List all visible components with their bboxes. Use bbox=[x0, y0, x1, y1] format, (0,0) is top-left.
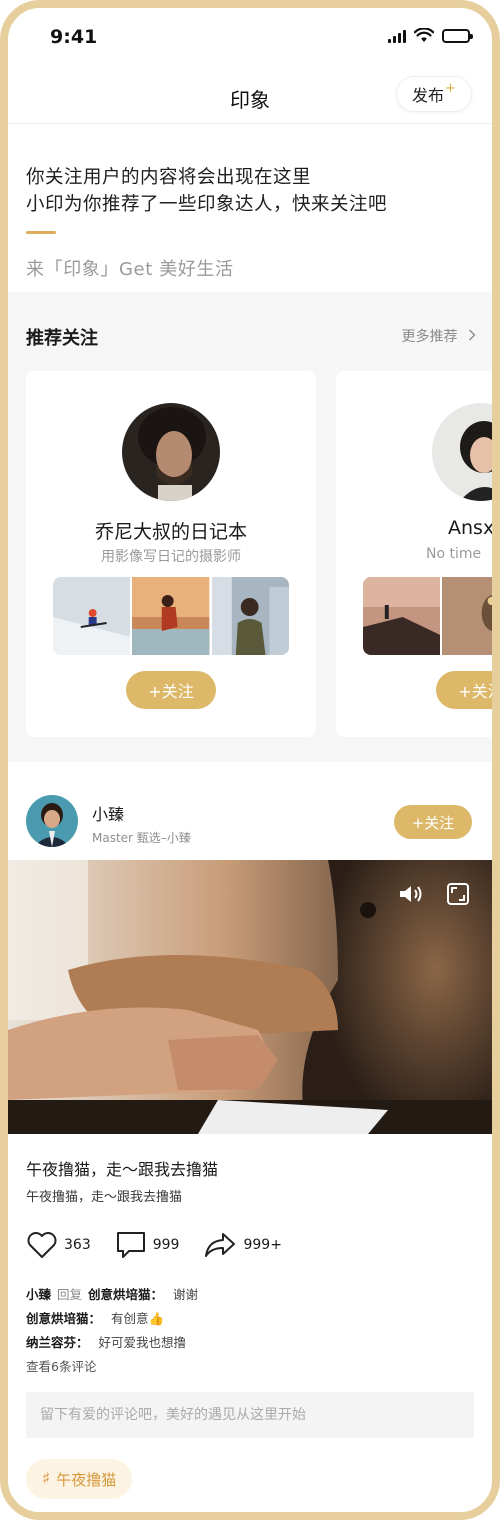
follow-button[interactable]: +关注 bbox=[436, 671, 492, 709]
screen: 9:41 印象 发布 + 你关注用户的内容将会出现在这里 小印为你推荐了一些印象… bbox=[8, 8, 492, 1512]
comment-list: 小臻 回复 创意烘培猫： 谢谢 创意烘培猫： 有创意👍 纳兰容芬： 好可爱我也想… bbox=[26, 1283, 476, 1379]
intro-subtitle: 来「印象」Get 美好生活 bbox=[26, 259, 234, 280]
card-photo-strip bbox=[53, 577, 289, 655]
avatar[interactable] bbox=[26, 795, 78, 847]
comment-icon bbox=[116, 1232, 145, 1258]
topic-tag[interactable]: ♯ 午夜撸猫 bbox=[26, 1459, 133, 1499]
comment-input[interactable] bbox=[26, 1392, 474, 1438]
phone-frame: 9:41 印象 发布 + 你关注用户的内容将会出现在这里 小印为你推荐了一些印象… bbox=[0, 0, 500, 1520]
heart-icon bbox=[27, 1232, 57, 1258]
intro-divider bbox=[26, 231, 56, 234]
recommend-section: 推荐关注 更多推荐 乔尼大叔的日记本 用影像写日记的摄影师 +关注 Ansx N… bbox=[8, 292, 492, 762]
fullscreen-icon bbox=[447, 883, 469, 905]
comment-text: 有创意👍 bbox=[111, 1311, 165, 1326]
photo-thumbnail[interactable] bbox=[132, 577, 210, 655]
comment-user[interactable]: 纳兰容芬： bbox=[26, 1335, 89, 1350]
signal-icon bbox=[388, 29, 406, 43]
post-subtitle: 午夜撸猫，走～跟我去撸猫 bbox=[26, 1190, 183, 1205]
status-bar: 9:41 bbox=[8, 8, 492, 64]
empty-feed-intro: 你关注用户的内容将会出现在这里 小印为你推荐了一些印象达人，快来关注吧 来「印象… bbox=[8, 125, 492, 292]
post-title: 午夜撸猫，走～跟我去撸猫 bbox=[26, 1160, 219, 1179]
photo-thumbnail[interactable] bbox=[211, 577, 289, 655]
like-count: 363 bbox=[64, 1237, 91, 1253]
topic-tag-label: 午夜撸猫 bbox=[56, 1470, 117, 1489]
publish-label: 发布 bbox=[412, 86, 445, 105]
comment-count: 999 bbox=[152, 1237, 180, 1253]
card-name: 乔尼大叔的日记本 bbox=[94, 521, 247, 543]
publish-plus-icon: + bbox=[445, 80, 456, 96]
comment-user[interactable]: 小臻 bbox=[26, 1287, 51, 1302]
post-actions: 363 999 999+ bbox=[26, 1228, 306, 1262]
comment-reply-word: 回复 bbox=[57, 1287, 83, 1302]
photo-thumbnail[interactable] bbox=[363, 577, 441, 655]
card-desc: 用影像写日记的摄影师 bbox=[101, 549, 241, 565]
comment-text: 好可爱我也想撸 bbox=[98, 1335, 187, 1350]
share-icon bbox=[205, 1233, 236, 1257]
publish-button[interactable]: 发布 + bbox=[396, 76, 472, 112]
recommend-card[interactable]: 乔尼大叔的日记本 用影像写日记的摄影师 +关注 bbox=[26, 371, 316, 737]
speaker-icon bbox=[400, 886, 422, 902]
fullscreen-button[interactable] bbox=[444, 880, 472, 908]
status-icons bbox=[388, 28, 473, 43]
intro-line-1: 你关注用户的内容将会出现在这里 bbox=[26, 167, 312, 188]
avatar[interactable] bbox=[432, 403, 492, 501]
comment-text: 谢谢 bbox=[173, 1287, 199, 1302]
post-video[interactable] bbox=[8, 860, 492, 1134]
view-all-comments-link[interactable]: 查看6条评论 bbox=[26, 1355, 476, 1379]
comment-item[interactable]: 创意烘培猫： 有创意👍 bbox=[26, 1307, 476, 1331]
feed-post: 小臻 Master 甄选–小臻 +关注 午夜撸猫，走～跟我去撸猫 午夜撸猫，走～… bbox=[8, 762, 492, 1512]
status-time: 9:41 bbox=[50, 26, 98, 48]
follow-button[interactable]: +关注 bbox=[126, 671, 216, 709]
more-recommend-label: 更多推荐 bbox=[401, 329, 458, 345]
volume-button[interactable] bbox=[398, 880, 426, 908]
photo-thumbnail[interactable] bbox=[53, 577, 131, 655]
nav-bar: 印象 发布 + bbox=[8, 64, 492, 124]
card-desc: No time bbox=[426, 546, 482, 562]
comment-reply-to[interactable]: 创意烘培猫： bbox=[88, 1287, 163, 1302]
chevron-right-icon bbox=[469, 329, 476, 341]
comment-user[interactable]: 创意烘培猫： bbox=[26, 1311, 101, 1326]
post-meta: Master 甄选–小臻 bbox=[92, 831, 191, 845]
hashtag-icon: ♯ bbox=[42, 1469, 51, 1489]
more-recommend-link[interactable]: 更多推荐 bbox=[402, 326, 476, 346]
intro-line-2: 小印为你推荐了一些印象达人，快来关注吧 bbox=[26, 194, 388, 215]
card-photo-strip bbox=[363, 577, 492, 655]
follow-button[interactable]: +关注 bbox=[394, 805, 472, 839]
comment-button[interactable]: 999 bbox=[115, 1230, 180, 1260]
comment-item[interactable]: 小臻 回复 创意烘培猫： 谢谢 bbox=[26, 1283, 476, 1307]
card-name: Ansx bbox=[448, 517, 492, 539]
photo-thumbnail[interactable] bbox=[442, 577, 492, 655]
recommend-title: 推荐关注 bbox=[26, 328, 98, 349]
share-count: 999+ bbox=[243, 1237, 282, 1253]
share-button[interactable]: 999+ bbox=[203, 1231, 282, 1259]
like-button[interactable]: 363 bbox=[26, 1231, 91, 1259]
avatar[interactable] bbox=[122, 403, 220, 501]
battery-icon bbox=[442, 28, 473, 43]
recommend-card[interactable]: Ansx No time +关注 bbox=[336, 371, 492, 737]
wifi-icon bbox=[414, 28, 434, 42]
comment-item[interactable]: 纳兰容芬： 好可爱我也想撸 bbox=[26, 1331, 476, 1355]
post-username[interactable]: 小臻 bbox=[92, 801, 124, 825]
